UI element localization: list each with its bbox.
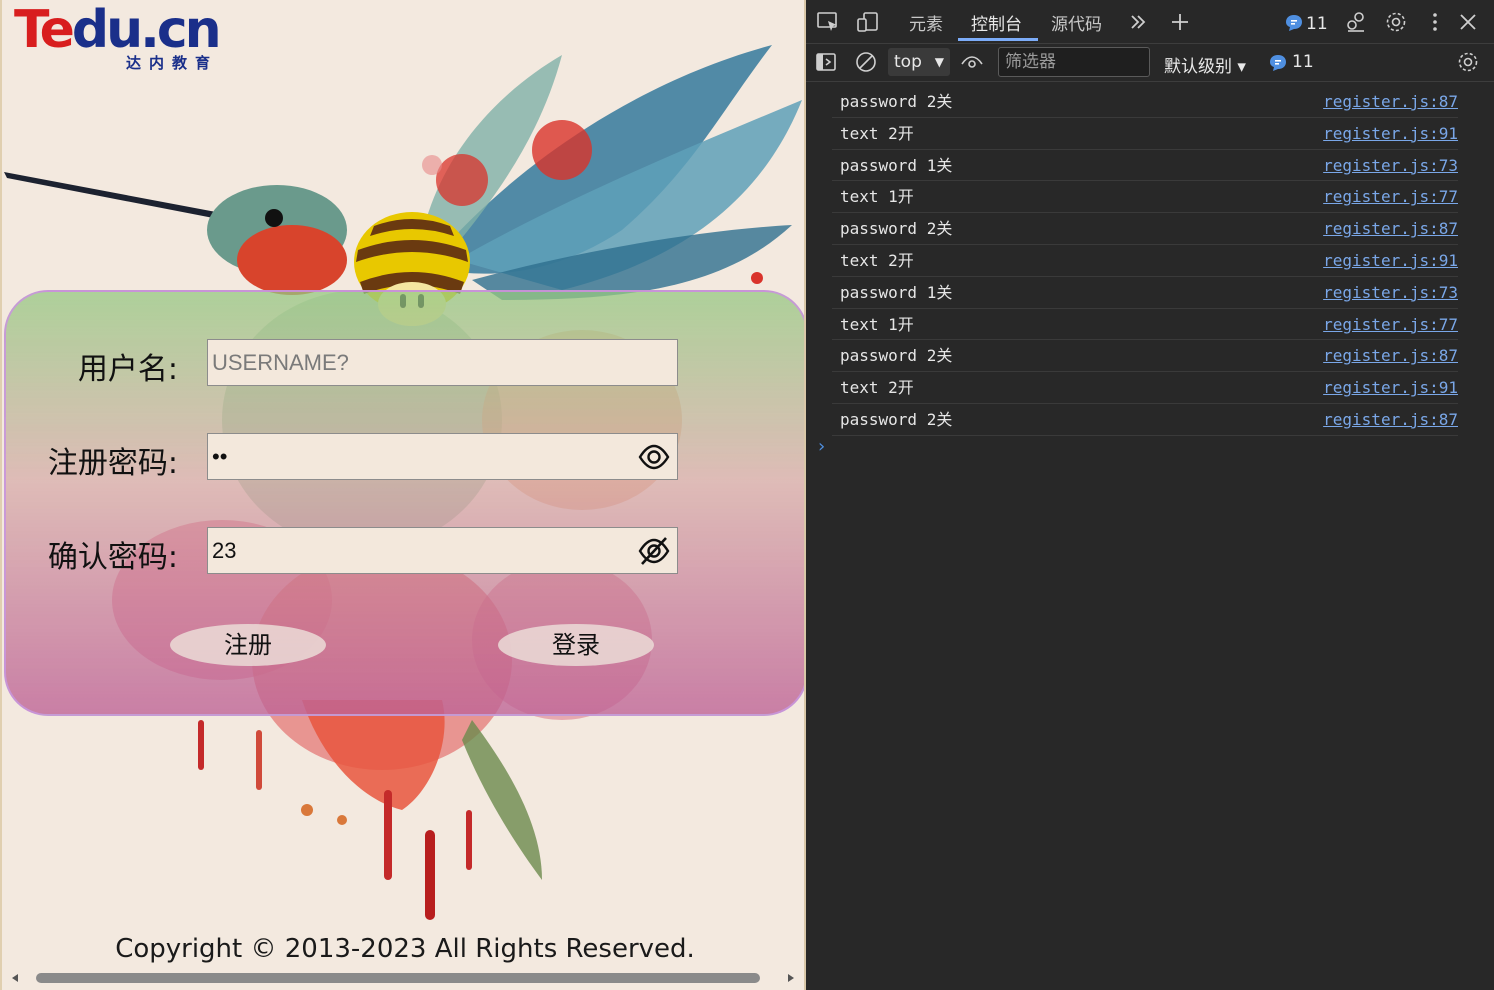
log-message: text 2开: [840, 378, 914, 398]
console-log-row: text 1开 register.js:77: [832, 309, 1458, 341]
message-count[interactable]: 11: [1292, 52, 1314, 72]
more-tabs-chevron-icon[interactable]: [1126, 10, 1150, 34]
horizontal-scrollbar[interactable]: [6, 970, 804, 986]
web-page: Tedu.cn 达内教育 用户名: USERNAME? 注册密码: •• 确认密…: [0, 0, 806, 990]
log-source-link[interactable]: register.js:77: [1323, 181, 1458, 212]
log-source-link[interactable]: register.js:91: [1323, 372, 1458, 403]
filter-input[interactable]: 筛选器: [998, 47, 1150, 77]
login-button[interactable]: 登录: [498, 624, 654, 666]
device-toolbar-icon[interactable]: [856, 10, 880, 34]
settings-gear-icon[interactable]: [1384, 10, 1408, 34]
log-source-link[interactable]: register.js:91: [1323, 118, 1458, 149]
log-message: password 1关: [840, 155, 953, 175]
issues-count[interactable]: 11: [1306, 14, 1328, 34]
console-log-row: password 2关 register.js:87: [832, 404, 1458, 436]
eye-off-icon[interactable]: [637, 534, 671, 568]
log-message: text 2开: [840, 250, 914, 270]
scroll-left-arrow-icon[interactable]: [12, 974, 18, 982]
logo-brand: Tedu.cn: [14, 2, 244, 58]
log-source-link[interactable]: register.js:91: [1323, 245, 1458, 276]
log-source-link[interactable]: register.js:73: [1323, 277, 1458, 308]
tab-elements[interactable]: 元素: [909, 10, 943, 35]
connection-share-icon[interactable]: [1344, 10, 1368, 34]
live-expression-eye-icon[interactable]: [960, 50, 984, 74]
active-tab-indicator: [958, 38, 1038, 41]
log-source-link[interactable]: register.js:87: [1323, 340, 1458, 371]
log-message: password 2关: [840, 409, 953, 429]
more-options-icon[interactable]: [1423, 10, 1447, 34]
scrollbar-thumb[interactable]: [36, 973, 760, 983]
log-message: text 2开: [840, 123, 914, 143]
log-source-link[interactable]: register.js:87: [1323, 86, 1458, 117]
console-log-row: password 1关 register.js:73: [832, 277, 1458, 309]
sidebar-toggle-icon[interactable]: [814, 50, 838, 74]
scroll-right-arrow-icon[interactable]: [788, 974, 794, 982]
log-source-link[interactable]: register.js:87: [1323, 213, 1458, 244]
password-value: ••: [212, 444, 228, 469]
copyright-text: Copyright © 2013-2023 All Rights Reserve…: [115, 934, 695, 964]
log-message: password 1关: [840, 282, 953, 302]
devtools-tabbar: 元素 控制台 源代码 11: [806, 0, 1494, 44]
console-log-row: text 2开 register.js:91: [832, 245, 1458, 277]
password-label: 注册密码:: [47, 446, 178, 481]
context-selector[interactable]: top ▼: [888, 48, 950, 76]
confirm-password-input[interactable]: 23: [207, 527, 678, 574]
tab-console[interactable]: 控制台: [971, 10, 1022, 35]
console-log-list: password 2关 register.js:87 text 2开 register…: [806, 86, 1494, 436]
confirm-password-value: 23: [212, 538, 237, 563]
console-log-row: text 2开 register.js:91: [832, 372, 1458, 404]
log-message: password 2关: [840, 219, 953, 239]
username-input[interactable]: USERNAME?: [207, 339, 678, 386]
log-message: password 2关: [840, 92, 953, 111]
logo-subtitle: 达内教育: [126, 54, 219, 72]
log-message: text 1开: [840, 187, 914, 207]
log-message: text 1开: [840, 314, 914, 334]
issues-message-icon[interactable]: [1282, 10, 1306, 34]
message-count-icon[interactable]: [1266, 50, 1290, 74]
confirm-password-label: 确认密码:: [47, 540, 178, 575]
logo-brand-red: Te: [14, 0, 75, 60]
console-log-row: password 1关 register.js:73: [832, 150, 1458, 182]
eye-open-icon[interactable]: [637, 440, 671, 474]
close-icon[interactable]: [1456, 10, 1480, 34]
console-log-row: password 2关 register.js:87: [832, 86, 1458, 118]
register-button[interactable]: 注册: [170, 624, 326, 666]
console-log-row: text 1开 register.js:77: [832, 181, 1458, 214]
tedu-logo[interactable]: Tedu.cn 达内教育: [14, 2, 244, 78]
inspect-element-icon[interactable]: [816, 10, 840, 34]
console-log-row: password 2关 register.js:87: [832, 340, 1458, 373]
console-prompt[interactable]: ›: [818, 436, 825, 457]
log-levels-dropdown[interactable]: 默认级别 ▾: [1164, 52, 1246, 77]
tab-sources[interactable]: 源代码: [1051, 10, 1102, 35]
context-value: top: [894, 52, 922, 72]
password-input[interactable]: ••: [207, 433, 678, 480]
username-label: 用户名:: [77, 352, 178, 387]
log-source-link[interactable]: register.js:87: [1323, 404, 1458, 435]
console-log-row: password 2关 register.js:87: [832, 213, 1458, 245]
clear-console-icon[interactable]: [854, 50, 878, 74]
devtools-panel: 元素 控制台 源代码 11 top ▼ 筛选器 默认级别 ▾ 11 passwo…: [806, 0, 1494, 990]
log-source-link[interactable]: register.js:77: [1323, 309, 1458, 340]
dropdown-arrow-icon: ▼: [934, 55, 944, 69]
log-message: password 2关: [840, 346, 953, 366]
console-log-row: text 2开 register.js:91: [832, 118, 1458, 150]
log-source-link[interactable]: register.js:73: [1323, 150, 1458, 181]
logo-brand-blue: du.cn: [71, 0, 222, 60]
console-settings-gear-icon[interactable]: [1456, 50, 1480, 74]
console-toolbar: top ▼ 筛选器 默认级别 ▾ 11: [806, 44, 1494, 82]
add-tab-plus-icon[interactable]: [1168, 10, 1192, 34]
